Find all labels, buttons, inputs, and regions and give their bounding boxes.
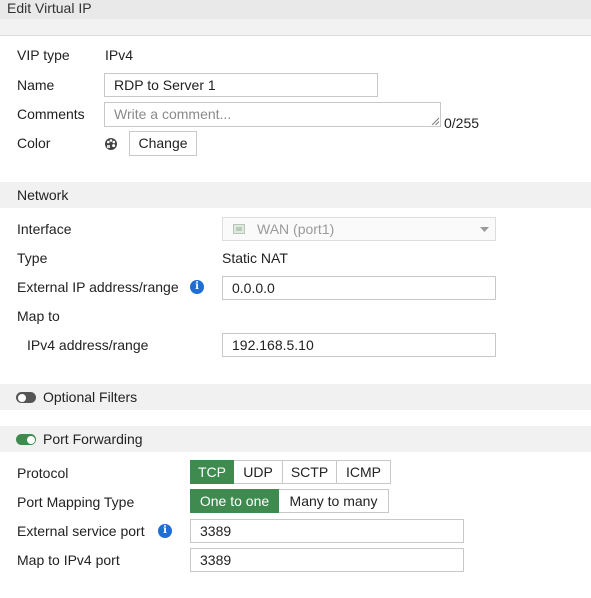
optional-filters-toggle[interactable] bbox=[16, 392, 36, 403]
chevron-down-icon bbox=[480, 227, 489, 232]
external-service-port-input[interactable]: 3389 bbox=[190, 519, 464, 543]
comments-placeholder: Write a comment... bbox=[114, 106, 232, 122]
protocol-udp-option[interactable]: UDP bbox=[234, 460, 283, 484]
type-label: Type bbox=[17, 250, 48, 266]
interface-value: WAN (port1) bbox=[257, 221, 335, 237]
name-label: Name bbox=[17, 77, 55, 93]
map-to-label: Map to bbox=[17, 308, 60, 324]
vip-type-value: IPv4 bbox=[105, 47, 134, 63]
edit-vip-form: VIP type IPv4 Name RDP to Server 1 Comme… bbox=[0, 35, 591, 598]
map-to-ipv4-port-label: Map to IPv4 port bbox=[17, 552, 120, 568]
port-forwarding-label: Port Forwarding bbox=[43, 431, 143, 447]
optional-filters-label: Optional Filters bbox=[43, 389, 138, 405]
port-forwarding-header: Port Forwarding bbox=[0, 426, 591, 452]
many-to-many-option[interactable]: Many to many bbox=[279, 489, 389, 513]
protocol-tcp-option[interactable]: TCP bbox=[190, 460, 234, 484]
change-color-button[interactable]: Change bbox=[129, 131, 197, 156]
comments-label: Comments bbox=[17, 106, 85, 122]
one-to-one-option[interactable]: One to one bbox=[190, 489, 279, 513]
protocol-label: Protocol bbox=[17, 465, 69, 481]
color-label: Color bbox=[17, 135, 51, 151]
vip-type-label: VIP type bbox=[17, 47, 70, 63]
map-to-ipv4-port-input[interactable]: 3389 bbox=[190, 548, 464, 572]
network-port-icon bbox=[233, 224, 245, 234]
port-mapping-type-label: Port Mapping Type bbox=[17, 494, 135, 510]
info-icon[interactable]: i bbox=[190, 280, 204, 294]
name-input[interactable]: RDP to Server 1 bbox=[104, 73, 378, 97]
network-section-header: Network bbox=[0, 182, 591, 208]
info-icon[interactable]: i bbox=[158, 524, 172, 538]
protocol-sctp-option[interactable]: SCTP bbox=[283, 460, 337, 484]
interface-label: Interface bbox=[17, 221, 72, 237]
resize-handle-icon[interactable] bbox=[431, 117, 439, 125]
comments-counter: 0/255 bbox=[444, 115, 480, 131]
toggle-knob bbox=[26, 435, 35, 444]
port-forwarding-toggle[interactable] bbox=[16, 434, 36, 445]
protocol-icmp-option[interactable]: ICMP bbox=[337, 460, 391, 484]
interface-select[interactable]: WAN (port1) bbox=[222, 217, 496, 241]
type-value: Static NAT bbox=[222, 250, 288, 266]
external-ip-label: External IP address/range bbox=[17, 279, 179, 295]
optional-filters-header: Optional Filters bbox=[0, 384, 591, 410]
ipv4-range-input[interactable]: 192.168.5.10 bbox=[222, 333, 496, 357]
dialog-title: Edit Virtual IP bbox=[0, 0, 591, 19]
comments-textarea[interactable]: Write a comment... bbox=[104, 102, 441, 127]
external-service-port-label: External service port bbox=[17, 523, 145, 539]
toggle-knob bbox=[17, 393, 26, 402]
external-ip-input[interactable]: 0.0.0.0 bbox=[222, 276, 496, 300]
ipv4-range-label: IPv4 address/range bbox=[27, 337, 149, 353]
palette-icon bbox=[105, 138, 117, 150]
